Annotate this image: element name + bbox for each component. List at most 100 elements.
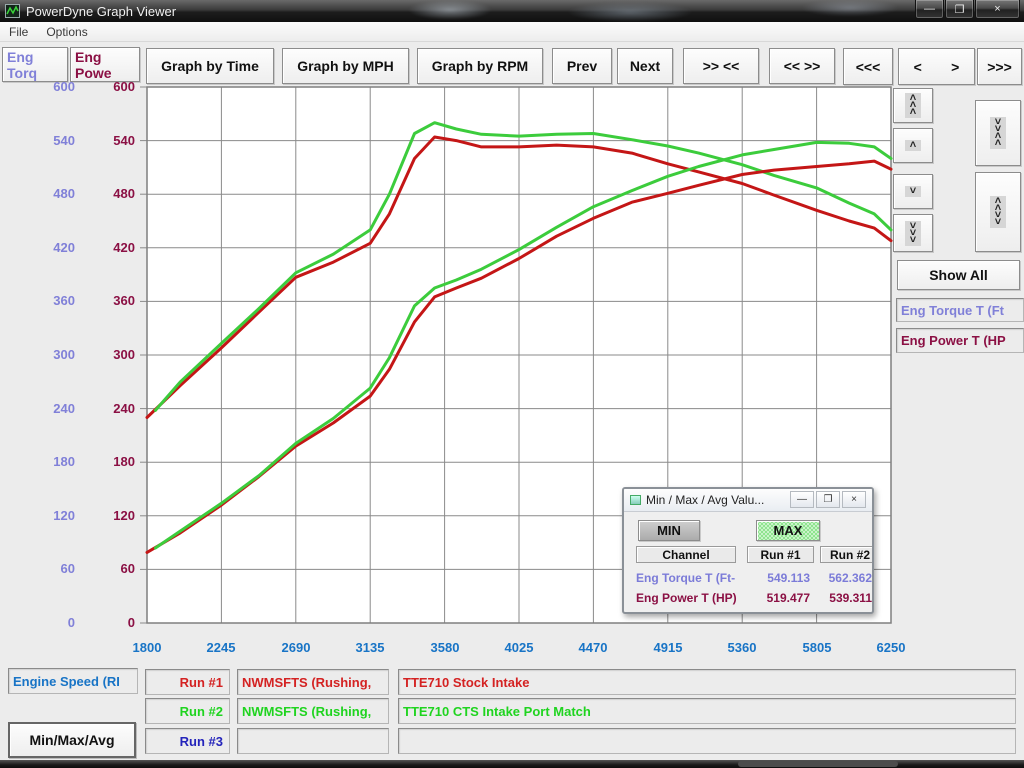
pan-far-right-button[interactable]: >>> (977, 48, 1022, 85)
torque-tick-240: 240 (31, 401, 75, 417)
chevrons-diverge-icon: ˄ ˄ ˅ ˅ (990, 196, 1006, 228)
eng-torque-channel-button[interactable]: Eng Torq (2, 47, 68, 82)
restore-button[interactable]: ❐ (945, 0, 974, 19)
torque-tick-300: 300 (31, 347, 75, 363)
torque-tick-480: 480 (31, 186, 75, 202)
power-channel-box[interactable]: Eng Power T (HP (896, 328, 1024, 353)
rpm-tick-2245: 2245 (193, 640, 249, 655)
menu-options[interactable]: Options (37, 23, 96, 41)
rpm-tick-5805: 5805 (789, 640, 845, 655)
run2-desc-box[interactable]: TTE710 CTS Intake Port Match (398, 698, 1016, 724)
app-icon (5, 4, 20, 18)
graph-by-mph-button[interactable]: Graph by MPH (282, 48, 409, 84)
rpm-tick-2690: 2690 (268, 640, 324, 655)
window-title: PowerDyne Graph Viewer (26, 4, 176, 19)
rpm-tick-3580: 3580 (417, 640, 473, 655)
torque-tick-60: 60 (31, 561, 75, 577)
eng-power-channel-button[interactable]: Eng Powe (70, 47, 140, 82)
torque-tick-540: 540 (31, 133, 75, 149)
scroll-up-fast-button[interactable]: ˄ ˄ ˄ (893, 88, 933, 123)
rpm-tick-6250: 6250 (863, 640, 919, 655)
scroll-up-button[interactable]: ˄ (893, 128, 933, 163)
run3-desc-box[interactable] (398, 728, 1016, 754)
torque-tick-600: 600 (31, 79, 75, 95)
run2-label-box[interactable]: Run #2 (145, 698, 230, 724)
scroll-down-fast-button[interactable]: ˅ ˅ ˅ (893, 214, 933, 252)
chevron-up-icon: ˄ (905, 140, 921, 151)
min-button[interactable]: MIN (638, 520, 700, 541)
popup-title: Min / Max / Avg Valu... (646, 493, 764, 507)
x-channel-box[interactable]: Engine Speed (RI (8, 668, 138, 694)
popup-window-icon (630, 495, 641, 505)
minmax-avg-button[interactable]: Min/Max/Avg (8, 722, 136, 758)
max-button[interactable]: MAX (756, 520, 820, 541)
run1-desc-box[interactable]: TTE710 Stock Intake (398, 669, 1016, 695)
power-tick-420: 420 (91, 240, 135, 256)
pan-left-glyph: < (914, 59, 922, 75)
title-bar[interactable]: PowerDyne Graph Viewer — ❐ × (0, 0, 1024, 22)
expand-scale-button[interactable]: ˄ ˄ ˅ ˅ (975, 172, 1021, 252)
minmax-popup-window[interactable]: Min / Max / Avg Valu... — ❐ × MIN MAX Ch… (622, 487, 874, 614)
popup-minimize-button[interactable]: — (790, 491, 814, 508)
popup-title-bar[interactable]: Min / Max / Avg Valu... — ❐ × (624, 489, 872, 512)
power-tick-480: 480 (91, 186, 135, 202)
run3-label-box[interactable]: Run #3 (145, 728, 230, 754)
power-tick-360: 360 (91, 293, 135, 309)
triple-chevron-up-icon: ˄ ˄ ˄ (905, 93, 921, 118)
rpm-tick-4915: 4915 (640, 640, 696, 655)
menu-bar: File Options (0, 22, 1024, 42)
popup-power-max-run1: 519.477 (746, 591, 810, 605)
run3-file-box[interactable] (237, 728, 389, 754)
app-window: PowerDyne Graph Viewer — ❐ × File Option… (0, 0, 1024, 768)
popup-restore-button[interactable]: ❐ (816, 491, 840, 508)
run1-file-box[interactable]: NWMSFTS (Rushing, (237, 669, 389, 695)
prev-button[interactable]: Prev (552, 48, 612, 84)
show-all-button[interactable]: Show All (897, 260, 1020, 290)
menu-file[interactable]: File (0, 23, 37, 41)
power-tick-180: 180 (91, 454, 135, 470)
power-tick-0: 0 (91, 615, 135, 631)
torque-channel-box[interactable]: Eng Torque T (Ft (896, 298, 1024, 322)
torque-tick-0: 0 (31, 615, 75, 631)
scroll-down-button[interactable]: ˅ (893, 174, 933, 209)
bottom-border-highlight (738, 761, 898, 767)
torque-tick-420: 420 (31, 240, 75, 256)
triple-chevron-down-icon: ˅ ˅ ˅ (905, 221, 921, 246)
power-tick-60: 60 (91, 561, 135, 577)
rpm-tick-4025: 4025 (491, 640, 547, 655)
popup-torque-max-run1: 549.113 (746, 571, 810, 585)
popup-header-run2[interactable]: Run #2 (820, 546, 874, 563)
zoom-in-button[interactable]: >> << (683, 48, 759, 84)
torque-tick-180: 180 (31, 454, 75, 470)
popup-power-max-run2: 539.311 (808, 591, 872, 605)
window-bottom-border (0, 760, 1024, 768)
popup-torque-max-run2: 562.362 (808, 571, 872, 585)
power-tick-600: 600 (91, 79, 135, 95)
popup-torque-channel: Eng Torque T (Ft- (636, 571, 735, 585)
rpm-tick-3135: 3135 (342, 640, 398, 655)
power-tick-120: 120 (91, 508, 135, 524)
rpm-tick-4470: 4470 (565, 640, 621, 655)
run2-file-box[interactable]: NWMSFTS (Rushing, (237, 698, 389, 724)
compress-scale-button[interactable]: ˅ ˅ ˄ ˄ (975, 100, 1021, 166)
torque-tick-120: 120 (31, 508, 75, 524)
pan-left-right-button[interactable]: < > (898, 48, 975, 85)
power-tick-240: 240 (91, 401, 135, 417)
pan-far-left-button[interactable]: <<< (843, 48, 893, 85)
popup-header-channel[interactable]: Channel (636, 546, 736, 563)
torque-tick-360: 360 (31, 293, 75, 309)
power-tick-540: 540 (91, 133, 135, 149)
minimize-button[interactable]: — (915, 0, 944, 19)
popup-close-button[interactable]: × (842, 491, 866, 508)
next-button[interactable]: Next (617, 48, 673, 84)
graph-by-time-button[interactable]: Graph by Time (146, 48, 274, 84)
close-button[interactable]: × (975, 0, 1020, 19)
pan-right-glyph: > (951, 59, 959, 75)
popup-header-run1[interactable]: Run #1 (747, 546, 814, 563)
graph-by-rpm-button[interactable]: Graph by RPM (417, 48, 543, 84)
chevrons-converge-icon: ˅ ˅ ˄ ˄ (990, 117, 1006, 149)
rpm-tick-1800: 1800 (119, 640, 175, 655)
run1-label-box[interactable]: Run #1 (145, 669, 230, 695)
zoom-out-button[interactable]: << >> (769, 48, 835, 84)
chevron-down-icon: ˅ (905, 186, 921, 197)
